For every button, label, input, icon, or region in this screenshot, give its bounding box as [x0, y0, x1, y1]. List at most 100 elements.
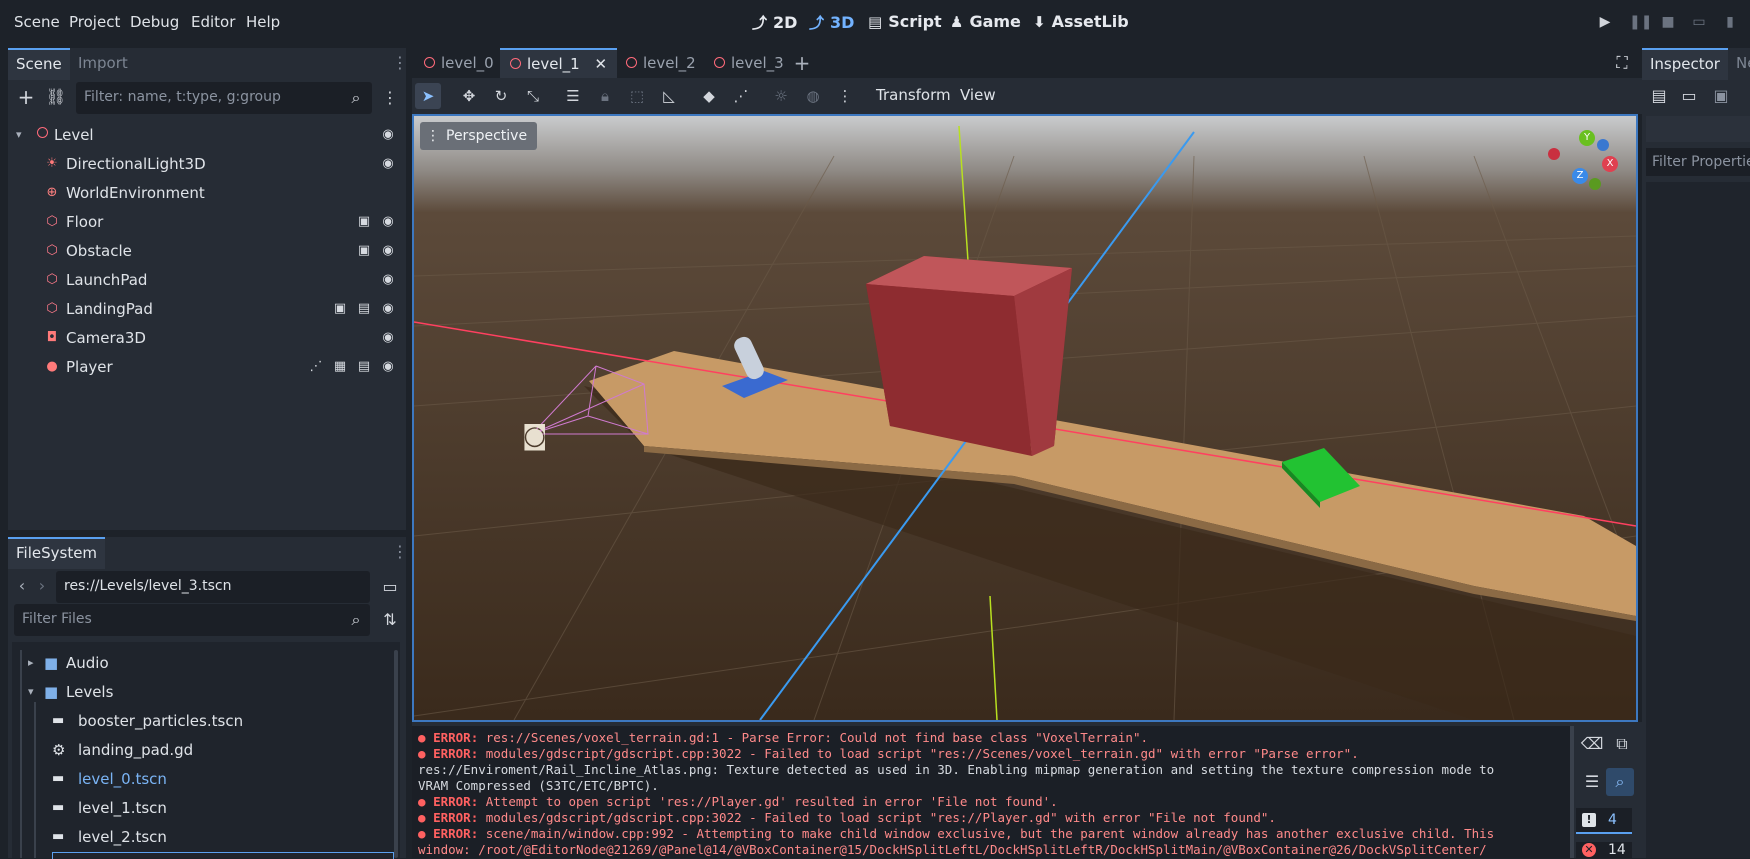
pause-icon[interactable]: ❚❚ [1629, 14, 1652, 30]
ruler-icon[interactable]: ◺ [656, 83, 682, 109]
visibility-icon[interactable]: ◉ [380, 267, 396, 293]
dock-menu-icon[interactable]: ⋮ [388, 51, 412, 75]
scale-tool-icon[interactable]: ⤡ [520, 83, 546, 109]
new-tab-icon[interactable]: + [790, 51, 814, 75]
sun-preview-icon[interactable]: ☼ [768, 83, 794, 109]
neg-y-handle[interactable] [1589, 178, 1601, 190]
tree-node-player[interactable]: ● Player ⋰ ▦ ▤ ◉ [10, 354, 404, 380]
workspace-2d-button[interactable]: ⤴ 2D [752, 12, 797, 33]
split-view-icon[interactable]: ▭ [378, 575, 402, 599]
workspace-script-button[interactable]: ▤ Script [868, 12, 942, 31]
tab-inspector[interactable]: Inspector [1642, 48, 1728, 80]
file-booster-particles[interactable]: ▬ booster_particles.tscn [12, 708, 392, 734]
expand-arrow-icon[interactable]: ▸ [28, 650, 34, 676]
filter-properties-input[interactable]: Filter Properties [1646, 148, 1750, 176]
rotate-tool-icon[interactable]: ↻ [488, 83, 514, 109]
forward-icon[interactable]: › [30, 574, 54, 598]
scene-filter-input[interactable]: Filter: name, t:type, g:group [76, 82, 372, 114]
z-axis-handle[interactable]: Z [1572, 168, 1588, 184]
warning-filter-button[interactable]: ! 4 [1576, 808, 1632, 834]
file-landing-pad-gd[interactable]: ⚙ landing_pad.gd [12, 737, 392, 763]
signal-icon[interactable]: ⋰ [308, 354, 324, 380]
menu-project[interactable]: Project [69, 13, 120, 31]
view-menu[interactable]: View [960, 86, 996, 104]
save-icon[interactable]: ▣ [1709, 84, 1733, 108]
tree-node-floor[interactable]: ⬡ Floor ▣ ◉ [10, 209, 404, 235]
play-icon[interactable]: ▶ [1597, 14, 1613, 30]
search-log-icon[interactable]: ⌕ [1606, 768, 1634, 796]
perspective-button[interactable]: ⋮ Perspective [420, 122, 538, 150]
more-options-icon[interactable]: ⋮ [832, 83, 858, 109]
file-level-1[interactable]: ▬ level_1.tscn [12, 795, 392, 821]
group-icon[interactable]: ▣ [332, 296, 348, 322]
visibility-icon[interactable]: ◉ [380, 325, 396, 351]
close-icon[interactable]: ✕ [595, 55, 608, 73]
error-filter-button[interactable]: ✕ 14 [1576, 842, 1632, 858]
sort-icon[interactable]: ⇅ [378, 608, 402, 632]
visibility-icon[interactable]: ◉ [380, 122, 396, 148]
visibility-icon[interactable]: ◉ [380, 354, 396, 380]
3d-viewport[interactable]: ◙ ⋮ Perspective Y X Z [412, 114, 1638, 722]
movie-mode-icon[interactable]: ▮ [1722, 14, 1738, 30]
neg-z-handle[interactable] [1597, 139, 1609, 151]
tab-level-0[interactable]: level_0 [414, 48, 504, 78]
new-resource-icon[interactable]: ▤ [1647, 84, 1671, 108]
group-icon[interactable]: ▣ [356, 209, 372, 235]
tree-node-worldenvironment[interactable]: ⊕ WorldEnvironment [10, 180, 404, 206]
tab-level-1[interactable]: level_1 ✕ [500, 48, 618, 80]
copy-log-icon[interactable]: ⧉ [1610, 732, 1634, 756]
script-attached-icon[interactable]: ▤ [356, 354, 372, 380]
remote-debug-icon[interactable]: ▭ [1691, 14, 1707, 30]
file-level-0[interactable]: ▬ level_0.tscn [12, 766, 392, 792]
stop-icon[interactable]: ■ [1660, 14, 1676, 30]
group-icon[interactable]: ▣ [356, 238, 372, 264]
add-node-icon[interactable]: + [14, 85, 38, 109]
file-level-2[interactable]: ▬ level_2.tscn [12, 824, 392, 850]
workspace-assetlib-button[interactable]: ⬇ AssetLib [1033, 12, 1129, 31]
log-scrollbar[interactable] [1570, 726, 1574, 858]
tree-node-directionallight3d[interactable]: ☀ DirectionalLight3D ◉ [10, 151, 404, 177]
group-select-icon[interactable]: ⬚ [624, 83, 650, 109]
dock-menu-icon[interactable]: ⋮ [388, 540, 412, 564]
visibility-icon[interactable]: ◉ [380, 296, 396, 322]
lock-icon[interactable]: 🔒︎ [592, 83, 618, 109]
tab-import[interactable]: Import [70, 48, 136, 78]
scrollbar[interactable] [394, 650, 398, 858]
visibility-icon[interactable]: ◉ [380, 151, 396, 177]
move-tool-icon[interactable]: ✥ [456, 83, 482, 109]
workspace-game-button[interactable]: ♟ Game [950, 12, 1021, 31]
visibility-icon[interactable]: ◉ [380, 238, 396, 264]
tree-node-landingpad[interactable]: ⬡ LandingPad ▣ ▤ ◉ [10, 296, 404, 322]
collapse-arrow-icon[interactable]: ▾ [16, 122, 22, 148]
collapse-arrow-icon[interactable]: ▾ [28, 679, 34, 705]
filter-files-input[interactable]: Filter Files [14, 604, 370, 636]
collapse-log-icon[interactable]: ☰ [1580, 770, 1604, 794]
menu-help[interactable]: Help [246, 13, 280, 31]
tree-node-obstacle[interactable]: ⬡ Obstacle ▣ ◉ [10, 238, 404, 264]
tab-node[interactable]: Ne [1728, 48, 1750, 78]
menu-debug[interactable]: Debug [130, 13, 179, 31]
distraction-free-icon[interactable]: ⛶ [1610, 51, 1634, 75]
tab-scene[interactable]: Scene [8, 48, 70, 80]
x-axis-handle[interactable]: X [1602, 156, 1618, 172]
neg-x-handle[interactable] [1548, 148, 1560, 160]
clapper-icon[interactable]: ▦ [332, 354, 348, 380]
y-axis-handle[interactable]: Y [1579, 130, 1595, 146]
path-field[interactable]: res://Levels/level_3.tscn [56, 571, 370, 603]
tab-level-2[interactable]: level_2 [616, 48, 706, 78]
visibility-icon[interactable]: ◉ [380, 209, 396, 235]
scene-options-icon[interactable]: ⋮ [378, 86, 402, 110]
menu-scene[interactable]: Scene [14, 13, 60, 31]
select-tool-icon[interactable]: ➤ [415, 83, 441, 109]
link-icon[interactable]: ⛓ [44, 85, 68, 109]
local-space-icon[interactable]: ◆ [696, 83, 722, 109]
menu-editor[interactable]: Editor [191, 13, 235, 31]
transform-menu[interactable]: Transform [876, 86, 951, 104]
workspace-3d-button[interactable]: ⤴ 3D [809, 12, 854, 33]
list-select-icon[interactable]: ☰ [560, 83, 586, 109]
orientation-gizmo[interactable]: Y X Z [1544, 130, 1618, 196]
folder-levels[interactable]: ▾ ■ Levels [12, 679, 392, 705]
environment-preview-icon[interactable]: ◍ [800, 83, 826, 109]
tree-node-camera3d[interactable]: ◘ Camera3D ◉ [10, 325, 404, 351]
script-attached-icon[interactable]: ▤ [356, 296, 372, 322]
